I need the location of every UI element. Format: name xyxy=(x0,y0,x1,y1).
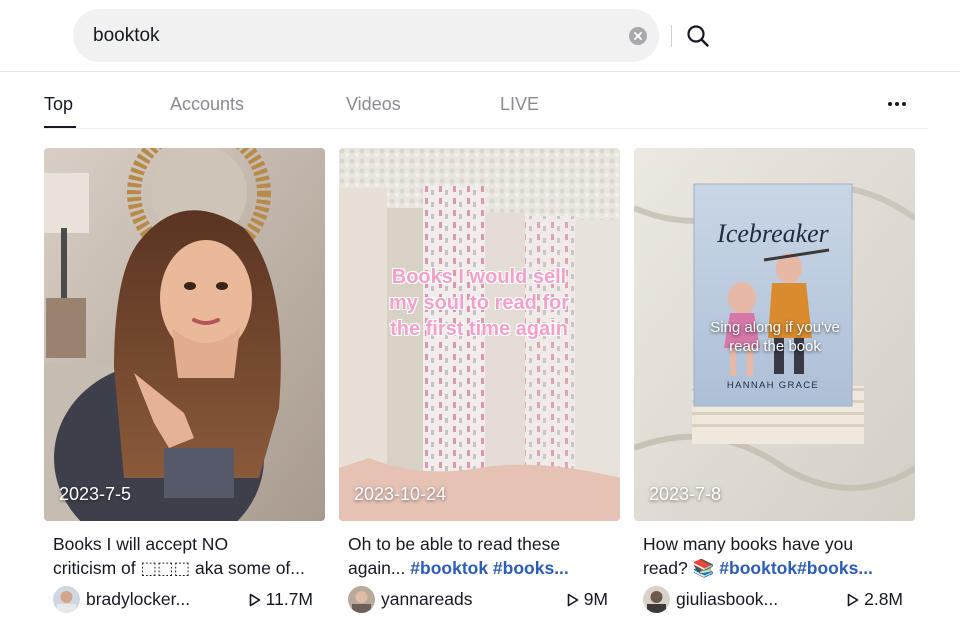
book-title: Icebreaker xyxy=(716,219,830,248)
search-button[interactable] xyxy=(678,18,718,54)
avatar-image xyxy=(643,586,670,613)
view-count: 2.8M xyxy=(847,589,903,610)
username[interactable]: giuliasbook... xyxy=(676,589,778,610)
tabs-divider xyxy=(44,128,928,129)
view-count-value: 9M xyxy=(583,589,608,609)
avatar[interactable] xyxy=(348,586,375,613)
avatar-image xyxy=(348,586,375,613)
video-thumbnail[interactable]: Icebreaker HANNAH GRACE Sing along if yo… xyxy=(634,148,915,521)
video-date: 2023-10-24 xyxy=(354,484,447,504)
view-count-value: 11.7M xyxy=(265,589,313,609)
description-line: Books I will accept NO xyxy=(53,534,229,554)
view-count: 9M xyxy=(567,589,608,610)
description-line: Oh to be able to read these xyxy=(348,534,561,554)
description-line: read? 📚 #booktok#books... xyxy=(643,556,911,580)
video-overlay-caption: Books I would sell my soul to read for t… xyxy=(388,266,570,340)
avatar[interactable] xyxy=(643,586,670,613)
play-icon xyxy=(249,593,260,606)
video-date: 2023-7-5 xyxy=(59,484,132,504)
search-input[interactable] xyxy=(93,9,563,62)
video-thumbnail[interactable]: Books I would sell my soul to read for t… xyxy=(339,148,620,521)
avatar[interactable] xyxy=(53,586,80,613)
video-description[interactable]: Oh to be able to read these again... #bo… xyxy=(348,532,616,580)
tab-top[interactable]: Top xyxy=(44,94,73,115)
play-icon xyxy=(567,593,578,606)
video-description[interactable]: How many books have you read? 📚 #booktok… xyxy=(643,532,911,580)
hashtag-link[interactable]: #booktok #books... xyxy=(410,558,569,578)
video-meta: giuliasbook... 2.8M xyxy=(643,586,911,614)
book-author: HANNAH GRACE xyxy=(727,380,819,391)
more-options-button[interactable] xyxy=(884,92,910,116)
description-line: How many books have you xyxy=(643,534,854,554)
ellipsis-icon xyxy=(888,102,906,106)
video-description[interactable]: Books I will accept NO criticism of ⬚⬚⬚ … xyxy=(53,532,321,580)
video-thumbnail[interactable]: 2023-7-5 xyxy=(44,148,325,521)
avatar-image xyxy=(53,586,80,613)
search-divider xyxy=(671,25,672,47)
username[interactable]: yannareads xyxy=(381,589,472,610)
description-line: criticism of ⬚⬚⬚ aka some of... xyxy=(53,558,305,578)
video-meta: bradylocker... 11.7M xyxy=(53,586,321,614)
video-meta: yannareads 9M xyxy=(348,586,616,614)
video-overlay-caption: Sing along if you've read the book xyxy=(710,319,840,355)
thumbnail-image xyxy=(44,148,325,521)
tab-videos[interactable]: Videos xyxy=(346,94,401,115)
video-date: 2023-7-8 xyxy=(649,484,722,504)
view-count: 11.7M xyxy=(249,589,313,610)
results-tabs: Top Accounts Videos LIVE xyxy=(0,72,960,130)
tab-live[interactable]: LIVE xyxy=(500,94,539,115)
username[interactable]: bradylocker... xyxy=(86,589,190,610)
clear-search-button[interactable] xyxy=(629,27,647,45)
search-bar xyxy=(73,9,709,62)
search-icon xyxy=(687,25,709,47)
play-icon xyxy=(847,593,859,606)
tab-accounts[interactable]: Accounts xyxy=(170,94,244,115)
hashtag-link[interactable]: #booktok#books... xyxy=(719,558,873,578)
description-text: read? 📚 xyxy=(643,558,720,578)
close-icon xyxy=(634,32,642,40)
view-count-value: 2.8M xyxy=(864,589,903,609)
description-line: again... #booktok #books... xyxy=(348,556,616,580)
description-text: again... xyxy=(348,558,411,578)
